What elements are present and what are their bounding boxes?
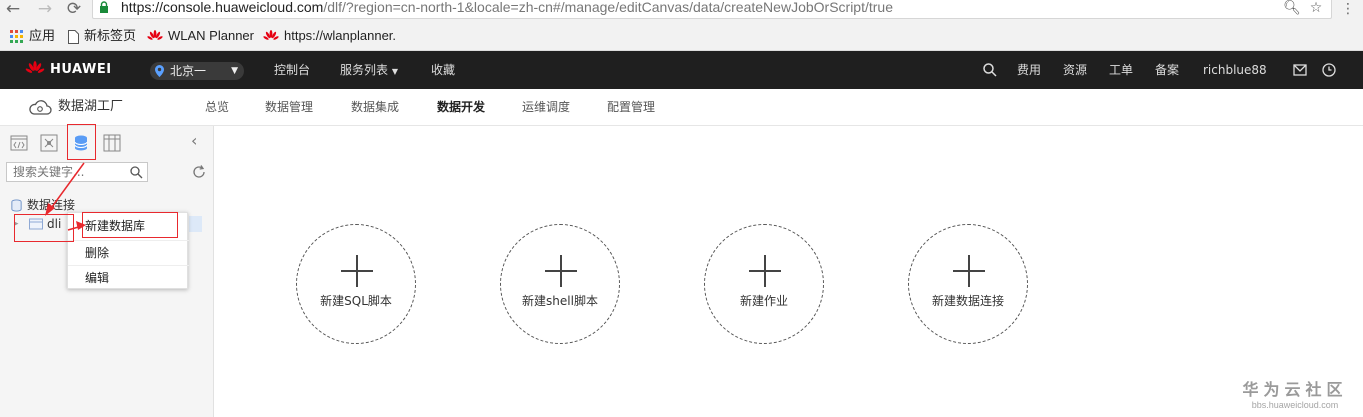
- action-label: 新建数据连接: [931, 294, 1004, 308]
- user-menu[interactable]: richblue88: [1203, 51, 1267, 89]
- action-label: 新建作业: [739, 294, 788, 308]
- new-shell-script-button[interactable]: 新建shell脚本: [500, 224, 620, 344]
- address-bar[interactable]: https://console.huaweicloud.com/dlf/?reg…: [92, 0, 1332, 19]
- subnav-data-integration[interactable]: 数据集成: [351, 89, 399, 126]
- plus-icon: [953, 255, 985, 287]
- clock-icon[interactable]: [1321, 62, 1337, 78]
- search-icon[interactable]: [982, 62, 998, 78]
- plus-icon: [341, 255, 373, 287]
- nav-billing[interactable]: 费用: [1017, 51, 1041, 89]
- nav-tickets[interactable]: 工单: [1109, 51, 1133, 89]
- annotation-arrows: [45, 162, 86, 231]
- new-data-connection-button[interactable]: 新建数据连接: [908, 224, 1028, 344]
- watermark-title: 华为云社区: [1242, 380, 1348, 399]
- action-label: 新建SQL脚本: [320, 294, 392, 308]
- url-path: /dlf/?region=cn-north-1&locale=zh-cn#/ma…: [323, 0, 893, 15]
- new-job-button[interactable]: 新建作业: [704, 224, 824, 344]
- bookmark-label: https://wlanplanner.: [284, 28, 397, 43]
- chevron-down-icon: ▼: [231, 66, 238, 76]
- nav-service-list[interactable]: 服务列表 ▼: [340, 51, 398, 89]
- subnav-data-management[interactable]: 数据管理: [265, 89, 313, 126]
- watermark: 华为云社区 bbs.huaweicloud.com: [1240, 376, 1350, 410]
- watermark-url: bbs.huaweicloud.com: [1251, 400, 1339, 410]
- plus-icon: [749, 255, 781, 287]
- nav-filing[interactable]: 备案: [1155, 51, 1179, 89]
- zoom-icon[interactable]: 🔍︎: [1283, 0, 1301, 17]
- star-icon[interactable]: ☆: [1307, 0, 1325, 17]
- bookmark-wlan-planner-url[interactable]: https://wlanplanner.: [263, 27, 396, 45]
- nav-console[interactable]: 控制台: [274, 51, 310, 89]
- subnav-config-management[interactable]: 配置管理: [607, 89, 655, 126]
- action-label: 新建shell脚本: [522, 294, 598, 308]
- plus-icon: [545, 255, 577, 287]
- huawei-logo-icon: [263, 29, 279, 40]
- subnav-data-development[interactable]: 数据开发: [437, 89, 485, 126]
- nav-resources[interactable]: 资源: [1063, 51, 1087, 89]
- new-sql-script-button[interactable]: 新建SQL脚本: [296, 224, 416, 344]
- chevron-down-icon: ▼: [391, 67, 398, 76]
- mail-icon[interactable]: [1292, 62, 1308, 78]
- menu-item-edit[interactable]: 编辑: [68, 265, 189, 290]
- nav-label: 服务列表: [340, 63, 389, 77]
- menu-icon[interactable]: ⋮: [1337, 0, 1359, 22]
- nav-favorites[interactable]: 收藏: [431, 51, 455, 89]
- subnav-ops-scheduling[interactable]: 运维调度: [522, 89, 570, 126]
- url-text: https://console.huaweicloud.com/dlf/?reg…: [121, 0, 893, 17]
